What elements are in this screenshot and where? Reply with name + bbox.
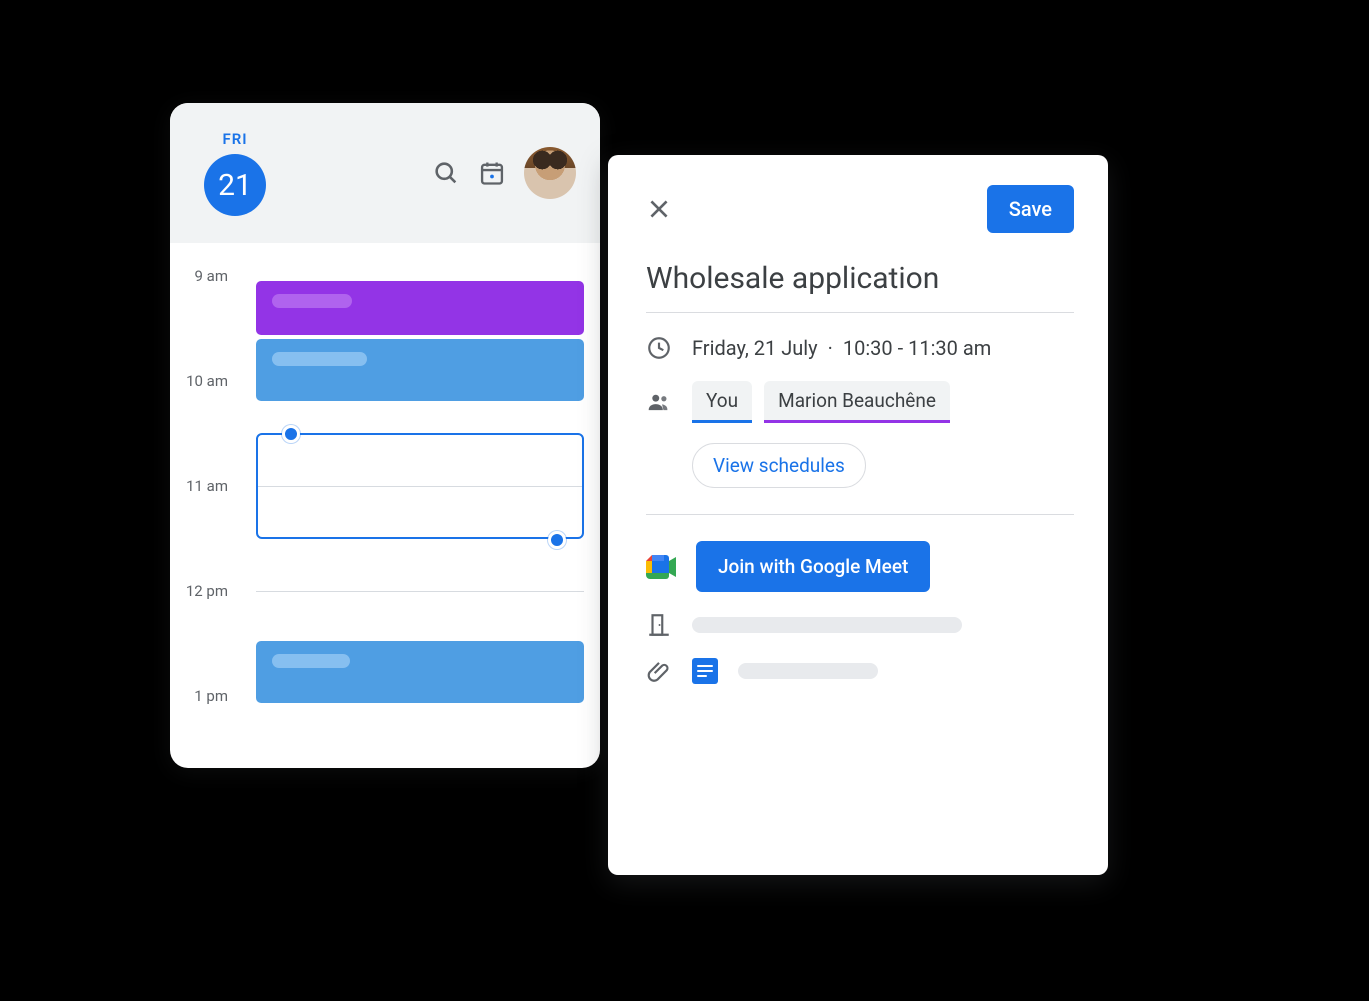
day-name: FRI — [222, 130, 247, 148]
google-meet-icon — [646, 555, 676, 579]
calendar-event[interactable] — [256, 281, 584, 335]
attendee-chip-you[interactable]: You — [692, 381, 752, 423]
view-schedules-button[interactable]: View schedules — [692, 443, 866, 488]
selection-handle-start[interactable] — [282, 425, 300, 443]
join-meet-button[interactable]: Join with Google Meet — [696, 541, 930, 592]
day-indicator[interactable]: FRI 21 — [204, 130, 266, 216]
hour-label: 9 am — [170, 267, 240, 285]
hour-label: 11 am — [170, 477, 240, 495]
attendees-row: You Marion Beauchêne — [646, 381, 1074, 423]
calendar-timeline[interactable]: 9 am 10 am 11 am 12 pm 1 pm — [170, 243, 600, 768]
people-icon — [646, 389, 672, 415]
event-datetime-row[interactable]: Friday, 21 July 10:30 - 11:30 am — [646, 335, 1074, 361]
save-button[interactable]: Save — [987, 185, 1074, 233]
attachment-icon — [646, 658, 672, 684]
event-date: Friday, 21 July — [692, 336, 818, 360]
today-icon[interactable] — [478, 159, 506, 187]
event-time: 10:30 - 11:30 am — [843, 336, 991, 360]
event-datetime-text: Friday, 21 July 10:30 - 11:30 am — [692, 336, 991, 360]
calendar-card: FRI 21 9 am 10 am 11 am 12 pm 1 pm — [170, 103, 600, 768]
docs-icon[interactable] — [692, 658, 718, 684]
calendar-header: FRI 21 — [170, 103, 600, 243]
close-icon[interactable] — [646, 196, 672, 222]
search-icon[interactable] — [432, 159, 460, 187]
event-title-placeholder — [272, 352, 367, 366]
attachment-row[interactable] — [646, 658, 1074, 684]
day-number: 21 — [204, 154, 266, 216]
event-title[interactable]: Wholesale application — [646, 261, 1074, 296]
gridline — [256, 591, 584, 592]
meet-row: Join with Google Meet — [646, 541, 1074, 592]
event-detail-card: Save Wholesale application Friday, 21 Ju… — [608, 155, 1108, 875]
location-row[interactable] — [646, 612, 1074, 638]
event-title-placeholder — [272, 294, 352, 308]
selection-handle-end[interactable] — [548, 531, 566, 549]
location-placeholder — [692, 617, 962, 633]
calendar-event[interactable] — [256, 641, 584, 703]
room-icon — [646, 612, 672, 638]
hour-label: 1 pm — [170, 687, 240, 705]
divider — [646, 312, 1074, 313]
hour-label: 10 am — [170, 372, 240, 390]
event-title-placeholder — [272, 654, 350, 668]
attendee-chip-other[interactable]: Marion Beauchêne — [764, 381, 950, 423]
hour-label: 12 pm — [170, 582, 240, 600]
calendar-event[interactable] — [256, 339, 584, 401]
divider — [646, 514, 1074, 515]
clock-icon — [646, 335, 672, 361]
avatar[interactable] — [524, 147, 576, 199]
gridline — [258, 486, 582, 487]
attachment-placeholder — [738, 663, 878, 679]
